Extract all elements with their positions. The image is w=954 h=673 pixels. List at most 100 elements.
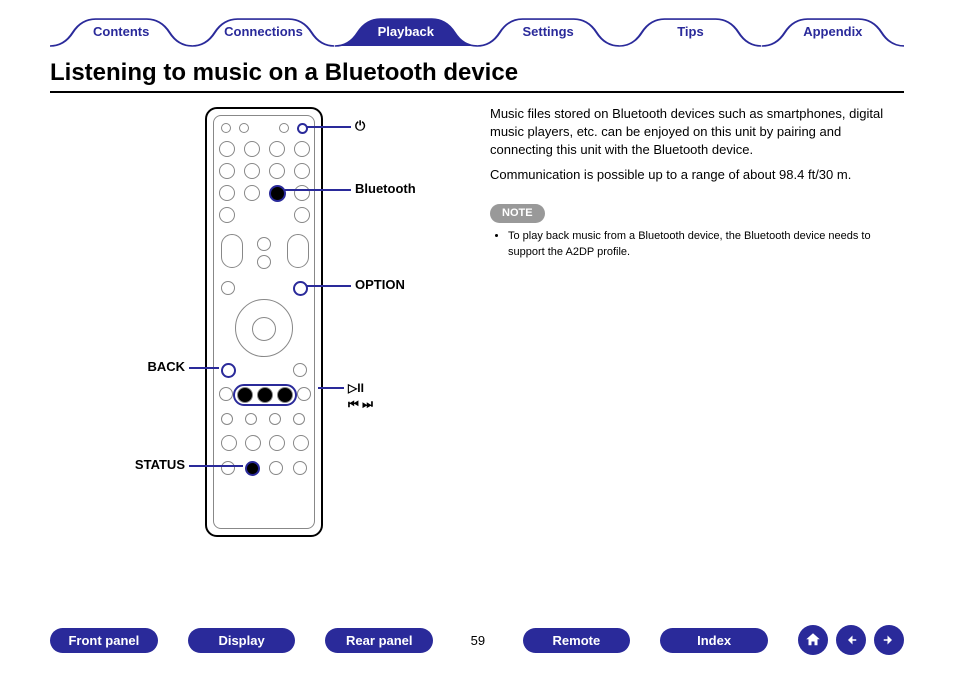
remote-btn: [221, 413, 233, 425]
remote-status-btn: [245, 461, 260, 476]
remote-btn: [269, 461, 283, 475]
page-number: 59: [463, 633, 492, 648]
remote-playpause-btn: [257, 387, 273, 403]
remote-btn: [219, 207, 235, 223]
callout-playpause: ▷II: [348, 381, 364, 395]
remote-btn: [297, 387, 311, 401]
remote-btn: [221, 281, 235, 295]
tab-contents[interactable]: Contents: [50, 18, 192, 47]
tab-label: Appendix: [803, 24, 862, 39]
nav-index[interactable]: Index: [660, 628, 768, 653]
callout-status: STATUS: [110, 457, 185, 472]
tab-label: Contents: [93, 24, 149, 39]
remote-btn: [219, 185, 235, 201]
prev-page-button[interactable]: [836, 625, 866, 655]
remote-bluetooth-btn: [269, 185, 286, 202]
remote-btn: [239, 123, 249, 133]
home-button[interactable]: [798, 625, 828, 655]
remote-prev-btn: [237, 387, 253, 403]
remote-enter: [252, 317, 276, 341]
nav-front-panel[interactable]: Front panel: [50, 628, 158, 653]
remote-btn: [219, 387, 233, 401]
remote-btn: [257, 237, 271, 251]
pill-label: Remote: [553, 633, 601, 648]
remote-next-btn: [277, 387, 293, 403]
remote-btn: [244, 141, 260, 157]
power-icon: ⏻: [355, 118, 365, 133]
top-tab-bar: Contents Connections Playback Settings T…: [0, 0, 954, 47]
pill-label: Front panel: [68, 633, 139, 648]
remote-btn: [221, 461, 235, 475]
remote-btn: [219, 163, 235, 179]
remote-btn: [293, 435, 309, 451]
home-icon: [804, 631, 822, 649]
callout-label: STATUS: [135, 457, 185, 472]
next-page-button[interactable]: [874, 625, 904, 655]
nav-remote[interactable]: Remote: [523, 628, 631, 653]
remote-btn: [294, 185, 310, 201]
paragraph: Music files stored on Bluetooth devices …: [490, 105, 904, 160]
remote-btn: [293, 363, 307, 377]
remote-option-btn: [293, 281, 308, 296]
nav-display[interactable]: Display: [188, 628, 296, 653]
remote-btn: [269, 413, 281, 425]
nav-icon-group: [798, 625, 904, 655]
remote-power-btn: [297, 123, 308, 134]
remote-btn: [269, 435, 285, 451]
tab-appendix[interactable]: Appendix: [762, 18, 904, 47]
tab-label: Connections: [224, 24, 303, 39]
callout-prevnext: ⏮ ⏭: [348, 397, 373, 412]
callout-back: BACK: [125, 359, 185, 374]
note-badge: NOTE: [490, 204, 545, 223]
remote-btn: [245, 413, 257, 425]
pill-label: Rear panel: [346, 633, 412, 648]
nav-rear-panel[interactable]: Rear panel: [325, 628, 433, 653]
tab-connections[interactable]: Connections: [192, 18, 334, 47]
remote-btn: [245, 435, 261, 451]
remote-btn: [269, 163, 285, 179]
remote-btn: [221, 234, 243, 268]
tab-tips[interactable]: Tips: [619, 18, 761, 47]
remote-btn: [294, 141, 310, 157]
remote-btn: [294, 207, 310, 223]
pill-label: Index: [697, 633, 731, 648]
callout-label: Bluetooth: [355, 181, 416, 196]
body-text: Music files stored on Bluetooth devices …: [490, 103, 904, 543]
remote-btn: [294, 163, 310, 179]
arrow-left-icon: [842, 631, 860, 649]
tab-playback[interactable]: Playback: [335, 18, 477, 47]
page-title: Listening to music on a Bluetooth device: [50, 47, 904, 93]
note-list: To play back music from a Bluetooth devi…: [508, 229, 904, 260]
remote-btn: [219, 141, 235, 157]
pill-label: Display: [218, 633, 264, 648]
content-area: ⏻ Bluetooth OPTION BACK ▷II ⏮ ⏭ STATUS: [0, 93, 954, 543]
remote-btn: [293, 461, 307, 475]
tab-label: Tips: [677, 24, 704, 39]
remote-btn: [257, 255, 271, 269]
arrow-right-icon: [880, 631, 898, 649]
remote-btn: [244, 163, 260, 179]
callout-power: ⏻: [355, 118, 365, 134]
remote-diagram-area: ⏻ Bluetooth OPTION BACK ▷II ⏮ ⏭ STATUS: [50, 103, 480, 543]
remote-btn: [244, 185, 260, 201]
bottom-nav: Front panel Display Rear panel 59 Remote…: [0, 625, 954, 655]
remote-btn: [221, 435, 237, 451]
remote-btn: [221, 123, 231, 133]
callout-bluetooth: Bluetooth: [355, 181, 416, 196]
remote-btn: [293, 413, 305, 425]
remote-btn: [279, 123, 289, 133]
callout-label: BACK: [147, 359, 185, 374]
paragraph: Communication is possible up to a range …: [490, 166, 904, 184]
remote-back-btn: [221, 363, 236, 378]
remote-btn: [287, 234, 309, 268]
note-item: To play back music from a Bluetooth devi…: [508, 229, 904, 260]
remote-outline: [205, 107, 323, 537]
playpause-icon: ▷II: [348, 381, 364, 395]
prevnext-icon: ⏮ ⏭: [348, 397, 373, 411]
tab-label: Settings: [523, 24, 574, 39]
tab-label: Playback: [378, 24, 434, 39]
callout-label: OPTION: [355, 277, 405, 292]
callout-option: OPTION: [355, 277, 405, 292]
remote-btn: [269, 141, 285, 157]
tab-settings[interactable]: Settings: [477, 18, 619, 47]
